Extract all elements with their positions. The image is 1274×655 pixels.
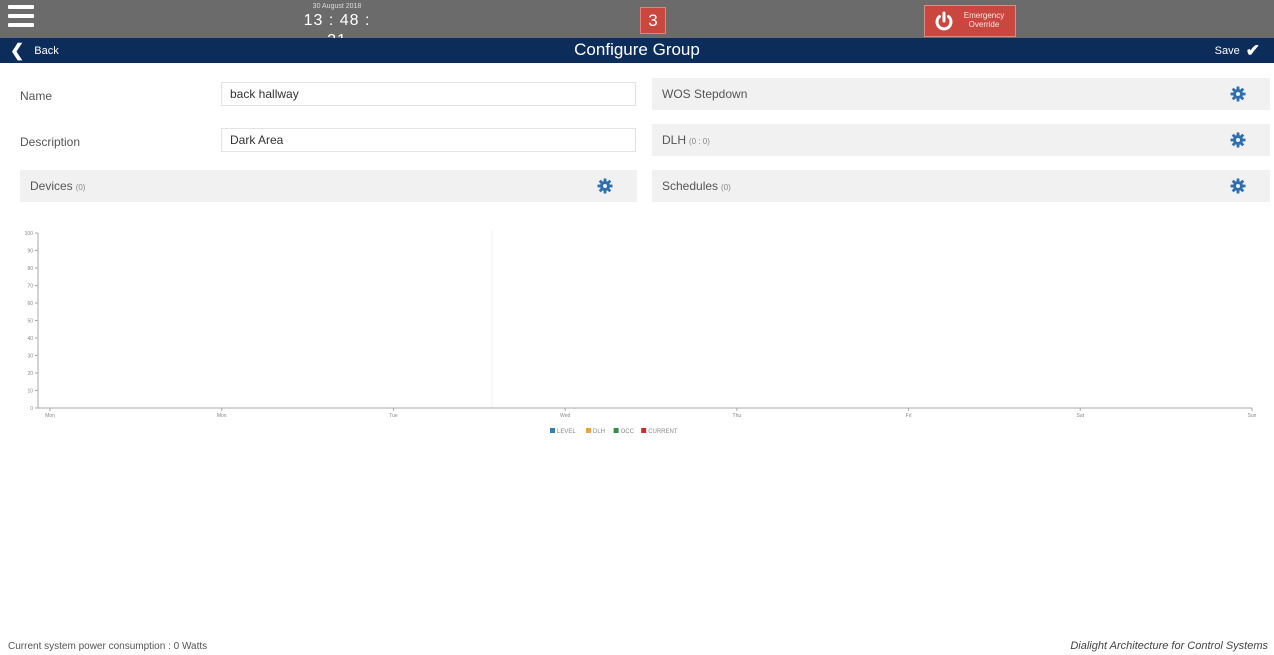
- x-tick-label: Mon: [45, 413, 55, 419]
- wos-stepdown-label: WOS Stepdown: [662, 87, 748, 101]
- save-button[interactable]: Save ✔: [1215, 42, 1260, 59]
- power-icon: [935, 11, 953, 31]
- wos-stepdown-panel[interactable]: WOS Stepdown: [652, 78, 1270, 110]
- y-tick-label: 80: [27, 266, 33, 272]
- page-title: Configure Group: [574, 40, 700, 59]
- dlh-panel[interactable]: DLH (0 : 0): [652, 124, 1270, 156]
- emergency-override-button[interactable]: Emergency Override: [924, 5, 1016, 37]
- status-bar: 30 August 2018 13 : 48 : 21 3 Emergency …: [0, 0, 1274, 49]
- description-label: Description: [20, 135, 81, 149]
- dlh-count: (0 : 0): [689, 137, 710, 146]
- y-tick-label: 90: [27, 249, 33, 255]
- back-label: Back: [34, 45, 59, 57]
- legend-label: DLH: [593, 429, 605, 435]
- gear-icon[interactable]: [597, 178, 613, 194]
- x-tick-label: Tue: [389, 413, 398, 419]
- devices-label: Devices: [30, 179, 73, 193]
- checkmark-icon: ✔: [1245, 41, 1260, 60]
- dlh-label: DLH: [662, 133, 687, 147]
- gear-icon[interactable]: [1230, 132, 1246, 148]
- clock-date: 30 August 2018: [312, 3, 362, 10]
- group-activity-chart: 0 10 20 30 40 50 60 70 80 90 100 Mon Mon Tue Wed Thu Fri…: [25, 230, 1257, 435]
- x-tick-label: Mon: [217, 413, 227, 419]
- x-tick-label: Sun: [1248, 413, 1257, 419]
- schedules-count: (0): [721, 183, 731, 192]
- back-button[interactable]: ❮ Back: [10, 41, 59, 61]
- legend-swatch: [586, 428, 591, 433]
- emergency-override-label: Emergency Override: [963, 11, 1005, 29]
- legend-label: OCC: [621, 429, 635, 435]
- x-tick-label: Sat: [1077, 413, 1085, 419]
- page-header: ❮ Back Configure Group Save ✔: [0, 38, 1274, 63]
- y-tick-label: 60: [27, 301, 33, 307]
- legend-label: CURRENT: [648, 429, 678, 435]
- y-tick-label: 30: [27, 354, 33, 360]
- legend-swatch: [550, 428, 555, 433]
- gear-icon[interactable]: [1230, 178, 1246, 194]
- legend-label: LEVEL: [557, 429, 576, 435]
- devices-panel[interactable]: Devices (0): [20, 170, 637, 202]
- hamburger-menu-icon[interactable]: [8, 5, 34, 31]
- legend-swatch: [641, 428, 647, 433]
- x-tick-label: Thu: [733, 413, 742, 419]
- legend-swatch: [613, 428, 619, 433]
- chevron-left-icon: ❮: [10, 41, 25, 60]
- schedules-label: Schedules: [662, 179, 719, 193]
- x-tick-label: Fri: [906, 413, 912, 419]
- power-consumption-text: Current system power consumption : 0 Wat…: [8, 641, 208, 652]
- y-tick-label: 40: [27, 336, 33, 342]
- x-tick-label: Wed: [560, 413, 570, 419]
- brand-text: Dialight Architecture for Control System…: [1070, 640, 1268, 652]
- save-label: Save: [1214, 44, 1240, 57]
- y-tick-label: 100: [25, 231, 34, 237]
- name-input[interactable]: [221, 82, 636, 106]
- schedules-panel[interactable]: Schedules (0): [652, 170, 1270, 202]
- devices-count: (0): [75, 183, 86, 192]
- alarm-count-badge[interactable]: 3: [640, 7, 666, 34]
- y-tick-label: 10: [27, 389, 33, 395]
- y-tick-label: 20: [27, 371, 33, 377]
- name-label: Name: [20, 89, 53, 103]
- gear-icon[interactable]: [1230, 86, 1246, 102]
- y-tick-label: 70: [27, 284, 33, 290]
- description-input[interactable]: [221, 128, 636, 152]
- y-tick-label: 0: [30, 406, 33, 412]
- y-tick-label: 50: [27, 319, 33, 325]
